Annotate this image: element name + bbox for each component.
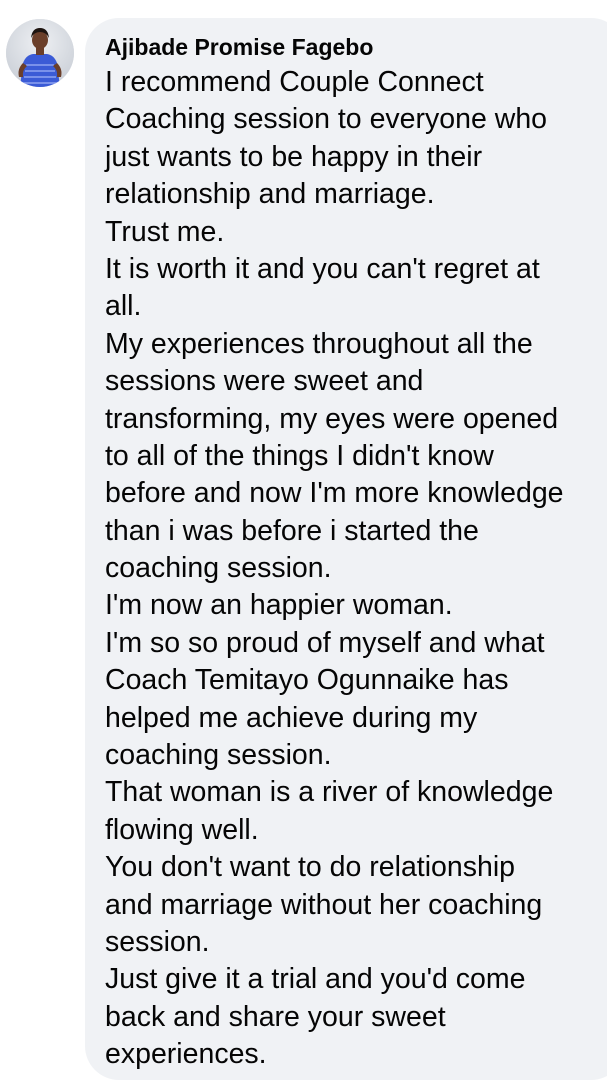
comment-text-line: just wants to be happy in their <box>105 140 483 173</box>
comment-text-line: I'm now an happier woman. <box>105 589 453 622</box>
comment-text-line: That woman is a river of knowledge <box>105 776 554 809</box>
comment-text-line: coaching session. <box>105 552 332 585</box>
comment-text-line: You don't want to do relationship <box>105 851 516 884</box>
comment-text-line: coaching session. <box>105 739 332 772</box>
comment-text-line: flowing well. <box>105 813 259 846</box>
comment-text-line: Trust me. <box>105 215 225 248</box>
comment-text-line: before and now I'm more knowledge <box>105 477 564 510</box>
profile-photo-icon <box>6 19 74 87</box>
avatar[interactable] <box>6 19 74 87</box>
comment-text-line: My experiences throughout all the <box>105 327 533 360</box>
comment-text-line: and marriage without her coaching <box>105 888 543 921</box>
comment-text-line: sessions were sweet and <box>105 365 424 398</box>
comment-text: I recommend Couple Connect Coaching sessi… <box>105 64 605 1074</box>
comment-text-line: helped me achieve during my <box>105 701 478 734</box>
comment-text-line: relationship and marriage. <box>105 178 435 211</box>
comment-author-name[interactable]: Ajibade Promise Fagebo <box>105 33 373 61</box>
comment-text-line: I recommend Couple Connect <box>105 66 484 98</box>
comment-text-line: all. <box>105 290 142 323</box>
comment-text-line: to all of the things I didn't know <box>105 439 494 472</box>
comment-text-line: It is worth it and you can't regret at <box>105 252 540 285</box>
comment-text-line: Just give it a trial and you'd come <box>105 963 526 996</box>
comment-text-line: session. <box>105 925 210 958</box>
comment-text-line: back and share your sweet <box>105 1000 446 1033</box>
comment-text-line: than i was before i started the <box>105 514 479 547</box>
comment-text-line: I'm so so proud of myself and what <box>105 626 545 659</box>
comment-text-line: Coach Temitayo Ogunnaike has <box>105 664 509 697</box>
comment-text-line: Coaching session to everyone who <box>105 103 548 136</box>
comment-screenshot: Ajibade Promise Fagebo I recommend Coupl… <box>0 0 607 1080</box>
comment-text-line: transforming, my eyes were opened <box>105 402 559 435</box>
comment-text-line: experiences. <box>105 1038 267 1071</box>
